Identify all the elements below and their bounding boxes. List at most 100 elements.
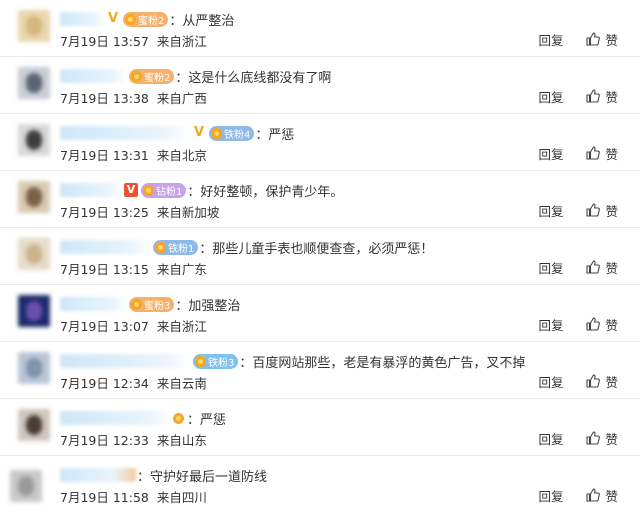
- thumbs-up-icon: [586, 32, 601, 46]
- comment-location: 来自四川: [156, 490, 207, 505]
- thumbs-up-icon: [586, 146, 601, 160]
- like-button[interactable]: 赞: [585, 87, 618, 106]
- verified-v-icon: V: [107, 11, 119, 26]
- fan-badge: 铁粉3: [193, 353, 239, 369]
- thumbs-up-icon: [586, 374, 601, 388]
- crown-icon: [155, 241, 166, 253]
- reply-button[interactable]: 回复: [538, 30, 563, 49]
- avatar[interactable]: [18, 238, 50, 270]
- username[interactable]: [60, 183, 122, 197]
- avatar[interactable]: [18, 181, 50, 213]
- comment-meta: 7月19日 13:07 来自浙江: [60, 316, 207, 335]
- comment-location: 来自广西: [156, 91, 207, 106]
- comment-meta: 7月19日 13:38 来自广西: [60, 88, 207, 107]
- username[interactable]: [60, 240, 150, 254]
- crown-icon: [131, 70, 142, 82]
- comment-location: 来自广东: [156, 262, 207, 277]
- avatar[interactable]: [18, 10, 50, 42]
- comment-list: V 蜜粉2 ：从严整治 7月19日 13:57 来自浙江 回复 赞 蜜粉2 ：这…: [0, 0, 640, 517]
- comment-time: 7月19日 13:57: [60, 34, 149, 49]
- reply-button[interactable]: 回复: [538, 144, 563, 163]
- comment-header: V 铁粉4 ：严惩: [60, 122, 294, 144]
- comment-meta: 7月19日 13:15 来自广东: [60, 259, 207, 278]
- comment-actions: 回复 赞: [538, 372, 618, 390]
- reply-button[interactable]: 回复: [538, 429, 563, 448]
- like-button[interactable]: 赞: [585, 258, 618, 277]
- comment-meta: 7月19日 13:57 来自浙江: [60, 31, 207, 50]
- reply-button[interactable]: 回复: [538, 486, 563, 505]
- thumbs-up-icon: [586, 488, 601, 502]
- like-button[interactable]: 赞: [585, 372, 618, 391]
- like-button[interactable]: 赞: [585, 429, 618, 448]
- like-label: 赞: [605, 89, 618, 105]
- like-label: 赞: [605, 32, 618, 48]
- crown-icon: [195, 355, 206, 367]
- comment-text: ：这是什么底线都没有了啊: [175, 70, 332, 86]
- like-label: 赞: [605, 488, 618, 504]
- fan-badge: 蜜粉2: [129, 68, 175, 84]
- like-label: 赞: [605, 317, 618, 333]
- fan-badge: 蜜粉3: [129, 296, 175, 312]
- comment-text: ：那些儿童手表也顺便查查，必须严惩！: [199, 241, 434, 257]
- avatar[interactable]: [18, 124, 50, 156]
- comment-text: ：加强整治: [175, 298, 241, 314]
- comment-header: 蜜粉2 ：这是什么底线都没有了啊: [60, 65, 331, 87]
- like-button[interactable]: 赞: [585, 486, 618, 505]
- comment-item: V 钻粉1 ：好好整顿，保护青少年。 7月19日 13:25 来自新加坡 回复 …: [0, 171, 640, 228]
- like-button[interactable]: 赞: [585, 30, 618, 49]
- comment-location: 来自北京: [156, 148, 207, 163]
- like-button[interactable]: 赞: [585, 201, 618, 220]
- reply-button[interactable]: 回复: [538, 372, 563, 391]
- username[interactable]: [60, 69, 126, 83]
- thumbs-up-icon: [586, 260, 601, 274]
- username[interactable]: [60, 468, 136, 482]
- comment-time: 7月19日 12:33: [60, 433, 149, 448]
- username[interactable]: [60, 411, 170, 425]
- thumbs-up-icon: [586, 89, 601, 103]
- comment-item: 蜜粉3 ：加强整治 7月19日 13:07 来自浙江 回复 赞: [0, 285, 640, 342]
- comment-header: V 蜜粉2 ：从严整治: [60, 8, 234, 30]
- comment-text: ：守护好最后一道防线: [137, 469, 268, 485]
- comment-time: 7月19日 13:15: [60, 262, 149, 277]
- comment-actions: 回复 赞: [538, 486, 618, 504]
- comment-time: 7月19日 13:31: [60, 148, 149, 163]
- avatar[interactable]: [18, 409, 50, 441]
- comment-item: 铁粉1 ：那些儿童手表也顺便查查，必须严惩！ 7月19日 13:15 来自广东 …: [0, 228, 640, 285]
- verified-v-icon: V: [193, 125, 205, 140]
- comment-item: V 铁粉4 ：严惩 7月19日 13:31 来自北京 回复 赞: [0, 114, 640, 171]
- username[interactable]: [60, 12, 104, 26]
- reply-button[interactable]: 回复: [538, 315, 563, 334]
- comment-header: V 钻粉1 ：好好整顿，保护青少年。: [60, 179, 343, 201]
- comment-meta: 7月19日 12:33 来自山东: [60, 430, 207, 449]
- comment-actions: 回复 赞: [538, 30, 618, 48]
- like-button[interactable]: 赞: [585, 144, 618, 163]
- crown-icon: [125, 13, 136, 25]
- verified-v-icon: V: [124, 183, 138, 197]
- comment-actions: 回复 赞: [538, 144, 618, 162]
- avatar[interactable]: [18, 295, 50, 327]
- avatar[interactable]: [18, 352, 50, 384]
- comment-text: ：百度网站那些，老是有暴浮的黄色广告，叉不掉: [239, 355, 526, 371]
- reply-button[interactable]: 回复: [538, 87, 563, 106]
- username[interactable]: [60, 297, 126, 311]
- crown-icon: [131, 298, 142, 310]
- avatar[interactable]: [10, 470, 42, 502]
- comment-text: ：从严整治: [169, 13, 235, 29]
- reply-button[interactable]: 回复: [538, 258, 563, 277]
- comment-location: 来自浙江: [156, 34, 207, 49]
- comment-header: ：守护好最后一道防线: [60, 464, 267, 486]
- like-label: 赞: [605, 431, 618, 447]
- fan-badge: 钻粉1: [141, 182, 187, 198]
- comment-time: 7月19日 13:07: [60, 319, 149, 334]
- comment-time: 7月19日 13:38: [60, 91, 149, 106]
- comment-header: 蜜粉3 ：加强整治: [60, 293, 240, 315]
- comment-time: 7月19日 13:25: [60, 205, 149, 220]
- reply-button[interactable]: 回复: [538, 201, 563, 220]
- avatar[interactable]: [18, 67, 50, 99]
- username[interactable]: [60, 354, 190, 368]
- username[interactable]: [60, 126, 190, 140]
- comment-actions: 回复 赞: [538, 258, 618, 276]
- like-label: 赞: [605, 260, 618, 276]
- like-button[interactable]: 赞: [585, 315, 618, 334]
- crown-icon: [211, 127, 222, 139]
